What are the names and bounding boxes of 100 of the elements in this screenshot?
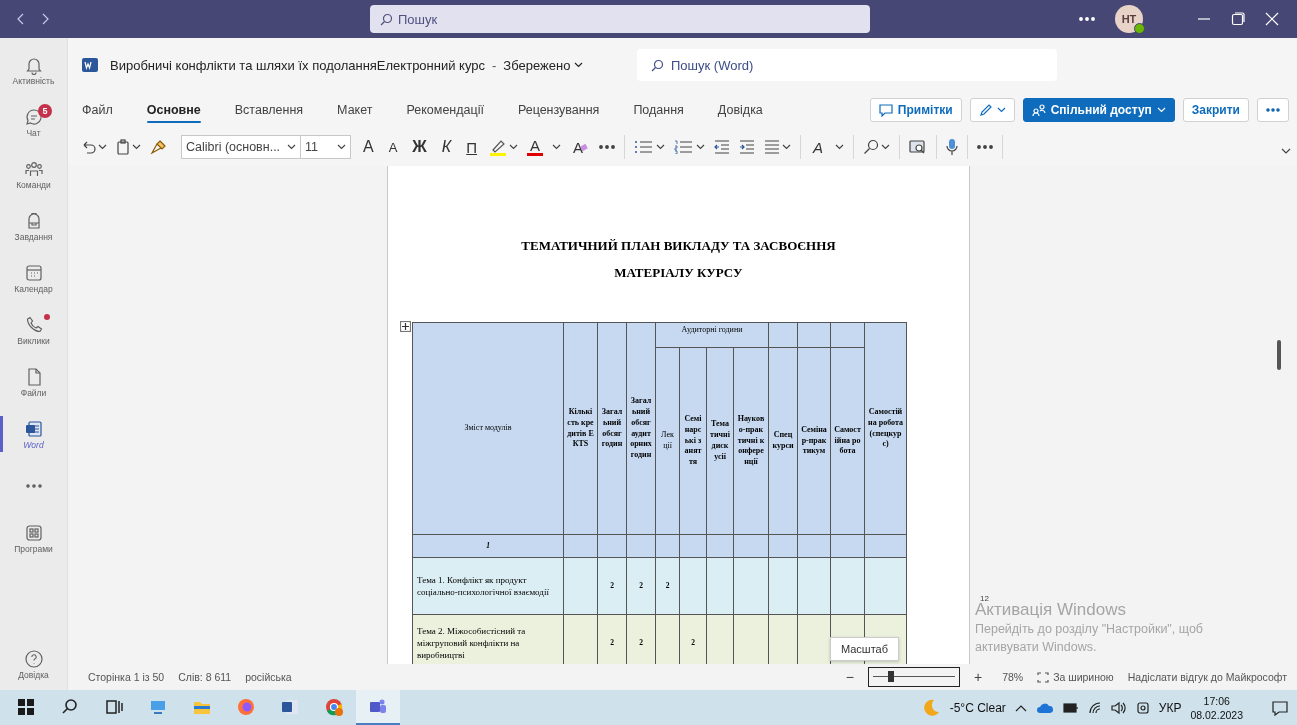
zoom-in-button[interactable]: + [973,669,983,685]
firefox-icon [236,696,256,717]
caret-icon [132,144,141,150]
zoom-level[interactable]: 78% [1002,671,1024,683]
font-size-dropdown[interactable]: 11 [301,135,351,159]
more-button[interactable] [1257,98,1289,122]
chevron-up-icon[interactable] [1014,703,1027,712]
clear-formatting-button[interactable]: A [570,138,591,156]
table-header-cell: Науково-практичні конференції [733,347,769,535]
ribbon-tab[interactable]: Подання [633,97,684,123]
caret-icon [287,144,296,150]
shrink-font-button[interactable]: A [385,139,401,155]
notification-badge: 5 [38,104,52,118]
bullet-list-icon[interactable] [634,140,655,154]
caret-icon [782,144,792,150]
sidebar-item[interactable]: Активність [0,44,67,96]
styles-button[interactable]: A [810,138,827,156]
more-icon[interactable] [1079,17,1095,21]
feedback-link[interactable]: Надіслати відгук до Майкрософт [1127,671,1287,683]
table-header-cell: Загальний обсяг аудиторних годин [626,322,656,535]
help-item[interactable]: Довідка [0,638,67,690]
ribbon-tab[interactable]: Основне [146,97,201,123]
sidebar-item[interactable]: Word [0,408,67,460]
microphone-icon[interactable] [946,138,959,156]
battery-icon[interactable] [1062,701,1079,714]
cloud-icon[interactable] [1035,701,1054,714]
back-icon[interactable] [16,12,26,26]
caret-icon [696,144,706,150]
table-move-handle-icon[interactable] [400,321,411,332]
undo-icon[interactable] [82,140,96,154]
ribbon-tab[interactable]: Вставлення [234,97,304,123]
weather-text[interactable]: -5°C Clear [949,700,1006,715]
table-header-cell: Семінар-практикум [797,347,831,535]
close-icon[interactable] [1265,12,1279,26]
search-icon [380,13,393,26]
find-icon[interactable] [863,139,880,155]
collapse-ribbon-icon[interactable] [1281,148,1291,155]
increase-indent-icon[interactable] [739,140,756,154]
sidebar-item[interactable]: Завдання [0,200,67,252]
scrollbar-thumb[interactable] [1277,340,1281,370]
table-header-cell: Тематичні дискусії [706,347,734,535]
caret-icon [552,144,562,150]
forward-icon[interactable] [40,12,50,26]
editing-mode-button[interactable] [969,98,1015,122]
save-status[interactable]: Збережено [503,57,571,73]
highlighter-icon[interactable] [489,138,508,156]
close-button[interactable]: Закрити [1182,98,1249,122]
share-button[interactable]: Спільний доступ [1022,98,1175,122]
help-icon [23,648,44,669]
search-icon [651,59,664,72]
sidebar-item[interactable]: Чат 5 [0,96,67,148]
document-heading: ТЕМАТИЧНИЙ ПЛАН ВИКЛАДУ ТА ЗАСВОЄННЯ МАТЕРІАЛУ КУРСУ [520,237,837,282]
sidebar-item[interactable]: Файли [0,356,67,408]
ribbon-tab[interactable]: Рецензування [517,97,600,123]
more-icon[interactable] [977,145,994,149]
fit-width-button[interactable]: За шириною [1037,671,1114,683]
clipboard-icon[interactable] [116,139,130,155]
table-header-cell: Кількість кредитів ЕКТS [563,322,598,535]
comments-button[interactable]: Примітки [869,98,962,122]
language-indicator[interactable]: УКР [1158,700,1182,715]
clock[interactable]: 17:06 08.02.2023 [1190,693,1243,722]
chat-icon [23,106,44,127]
search-field[interactable]: Пошук [370,5,870,33]
sidebar-item[interactable]: Календар [0,252,67,304]
brush-icon[interactable] [150,139,168,155]
avatar[interactable]: НТ [1115,5,1143,33]
font-color-button[interactable]: A [527,138,544,156]
reader-icon[interactable] [909,139,928,155]
apps-icon [23,522,44,543]
more-icon [25,484,42,488]
word-icon [23,418,44,439]
maximize-icon[interactable] [1231,12,1245,26]
notifications-icon[interactable] [1271,698,1289,717]
table-header-cell: Зміст модулів [412,322,564,535]
decrease-indent-icon[interactable] [714,140,731,154]
font-name-dropdown[interactable]: Calibri (основн... [181,135,301,159]
search-field[interactable]: Пошук (Word) [637,49,1057,81]
sidebar-item[interactable]: Команди [0,148,67,200]
wifi-icon[interactable] [1087,700,1102,715]
table-cell: Тема 2. Міжособистісний та міжгруповий конфлікти на виробництві [412,614,564,664]
ribbon-tab[interactable]: Рекомендації [406,97,484,123]
italic-button[interactable]: К [438,138,455,156]
bold-button[interactable]: Ж [409,138,430,156]
ribbon-tab[interactable]: Файл [82,97,113,123]
title-separator: - [492,57,497,73]
numbered-list-icon[interactable] [674,140,695,154]
more-icon[interactable] [599,145,616,149]
sidebar-item[interactable]: Виклики [0,304,67,356]
zoom-slider[interactable] [867,667,960,687]
ribbon-tab[interactable]: Макет [337,97,373,123]
comment-icon [878,103,893,117]
sidebar-item[interactable]: Програми [0,512,67,564]
grow-font-button[interactable]: A [360,138,377,156]
word-logo-icon [82,58,98,72]
zoom-out-button[interactable]: − [845,669,854,685]
caret-icon [835,144,845,150]
underline-button[interactable]: П [463,138,481,156]
ribbon-tab[interactable]: Довідка [717,97,763,123]
meet-now-icon[interactable] [1135,700,1150,715]
speaker-icon[interactable] [1110,700,1127,715]
